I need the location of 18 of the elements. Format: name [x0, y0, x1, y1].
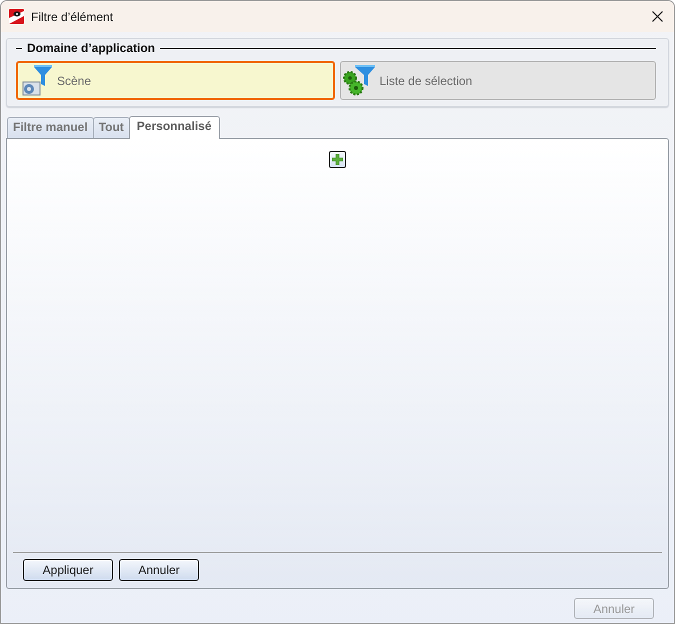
option-label: Scène	[57, 72, 92, 90]
add-button[interactable]	[329, 151, 346, 168]
panel-button[interactable]: Appliquer	[23, 559, 113, 581]
option-button[interactable]: Scène	[16, 61, 334, 100]
window-title: Filtre d’élément	[31, 8, 114, 26]
tab[interactable]: Tout	[92, 117, 130, 138]
close-button[interactable]	[651, 10, 664, 23]
group-title: Domaine d’application	[27, 40, 156, 57]
option-label: Liste de sélection	[380, 72, 472, 90]
close-icon	[652, 11, 663, 22]
funnel-gears-icon	[342, 64, 374, 97]
tab[interactable]: Filtre manuel	[7, 117, 94, 138]
funnel-document-icon	[20, 64, 52, 97]
plus-icon	[332, 154, 343, 165]
option-button[interactable]: Liste de sélection	[340, 61, 656, 100]
tab[interactable]: Personnalisé	[128, 116, 220, 139]
panel-button[interactable]: Annuler	[119, 559, 199, 581]
app-icon	[9, 9, 24, 24]
